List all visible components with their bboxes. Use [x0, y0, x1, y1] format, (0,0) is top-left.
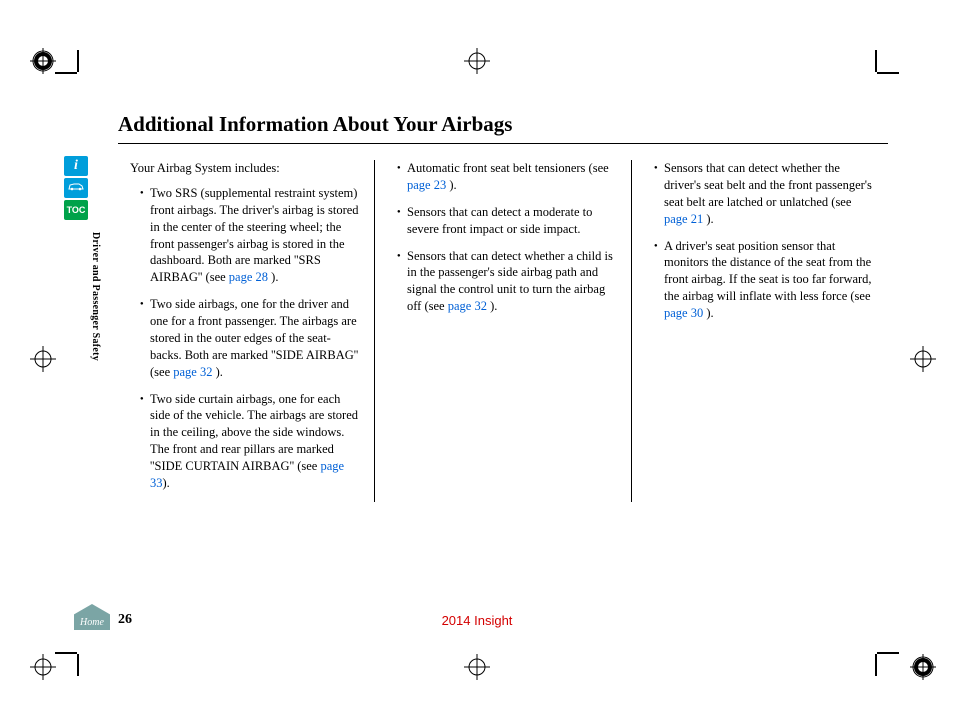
list-item: Two side curtain airbags, one for each s… — [140, 391, 362, 492]
registration-mark-icon — [910, 346, 936, 372]
vehicle-button[interactable] — [64, 178, 88, 198]
crop-mark — [877, 72, 899, 74]
bullet-list: Sensors that can detect whether the driv… — [644, 160, 876, 322]
page-link[interactable]: page 33 — [150, 459, 344, 490]
list-item: A driver's seat position sensor that mon… — [654, 238, 876, 322]
bullet-list: Automatic front seat belt tensioners (se… — [387, 160, 619, 315]
page-link[interactable]: page 30 — [664, 306, 703, 320]
model-year-label: 2014 Insight — [442, 613, 513, 628]
page-link[interactable]: page 32 — [173, 365, 212, 379]
crop-mark — [875, 50, 877, 72]
car-icon — [67, 182, 85, 195]
list-item: Sensors that can detect whether a child … — [397, 248, 619, 316]
registration-mark-icon — [30, 346, 56, 372]
list-item: Two SRS (supplemental restraint system) … — [140, 185, 362, 286]
crop-mark — [877, 652, 899, 654]
crop-mark — [55, 652, 77, 654]
toc-button[interactable]: TOC — [64, 200, 88, 220]
bullet-list: Two SRS (supplemental restraint system) … — [130, 185, 362, 492]
list-item: Sensors that can detect whether the driv… — [654, 160, 876, 228]
page-link[interactable]: page 23 — [407, 178, 446, 192]
home-button[interactable]: Home — [74, 604, 110, 630]
page-number: 26 — [118, 612, 132, 628]
page-link[interactable]: page 32 — [448, 299, 487, 313]
column-1: Your Airbag System includes: Two SRS (su… — [118, 160, 374, 502]
registration-mark-icon — [464, 48, 490, 74]
list-item: Sensors that can detect a moderate to se… — [397, 204, 619, 238]
page-link[interactable]: page 28 — [229, 270, 268, 284]
list-item: Two side airbags, one for the driver and… — [140, 296, 362, 380]
page-content: Additional Information About Your Airbag… — [118, 112, 888, 640]
registration-mark-icon — [464, 654, 490, 680]
column-3: Sensors that can detect whether the driv… — [631, 160, 888, 502]
column-2: Automatic front seat belt tensioners (se… — [374, 160, 631, 502]
crop-mark — [77, 654, 79, 676]
crop-mark — [77, 50, 79, 72]
crop-mark — [875, 654, 877, 676]
registration-mark-icon — [30, 48, 56, 74]
section-side-label: Driver and Passenger Safety — [90, 232, 101, 361]
sidebar-nav: i TOC — [64, 156, 88, 220]
info-button[interactable]: i — [64, 156, 88, 176]
page-title: Additional Information About Your Airbag… — [118, 112, 888, 144]
intro-text: Your Airbag System includes: — [130, 160, 362, 177]
crop-mark — [55, 72, 77, 74]
page-link[interactable]: page 21 — [664, 212, 703, 226]
registration-mark-icon — [30, 654, 56, 680]
registration-mark-icon — [910, 654, 936, 680]
content-columns: Your Airbag System includes: Two SRS (su… — [118, 160, 888, 502]
list-item: Automatic front seat belt tensioners (se… — [397, 160, 619, 194]
